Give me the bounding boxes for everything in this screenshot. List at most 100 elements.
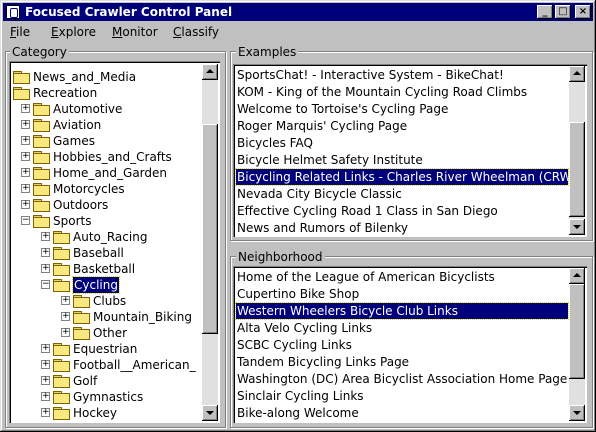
expand-icon[interactable]: + bbox=[41, 344, 50, 353]
tree-node[interactable]: + Gymnastics bbox=[9, 389, 199, 405]
collapse-icon[interactable]: − bbox=[41, 280, 50, 289]
window-title: Focused Crawler Control Panel bbox=[25, 5, 233, 19]
tree-node[interactable]: Recreation bbox=[9, 85, 199, 101]
expand-icon[interactable]: + bbox=[61, 312, 70, 321]
list-item[interactable]: Effective Cycling Road 1 Class in San Di… bbox=[236, 203, 498, 219]
expand-icon[interactable]: + bbox=[41, 408, 50, 417]
close-button[interactable]: × bbox=[575, 5, 591, 19]
expand-icon[interactable]: + bbox=[41, 392, 50, 401]
scroll-down-button[interactable] bbox=[569, 405, 585, 421]
expand-icon[interactable]: + bbox=[41, 264, 50, 273]
tree-node-label: Basketball bbox=[73, 262, 136, 276]
tree-node[interactable]: + Equestrian bbox=[9, 341, 199, 357]
tree-node[interactable]: + Other bbox=[9, 325, 199, 341]
tree-node[interactable]: − Cycling bbox=[9, 276, 199, 294]
scroll-thumb[interactable] bbox=[569, 122, 585, 217]
tree-node[interactable]: + Clubs bbox=[9, 293, 199, 309]
scroll-thumb[interactable] bbox=[202, 124, 218, 334]
folder-icon bbox=[53, 231, 70, 244]
neighborhood-scrollbar[interactable] bbox=[569, 268, 585, 421]
tree-node[interactable]: + Mountain_Biking bbox=[9, 309, 199, 325]
tree-node-label: Football__American_ bbox=[73, 358, 196, 372]
expand-icon[interactable]: + bbox=[21, 136, 30, 145]
menu-label: ile bbox=[16, 25, 31, 39]
open-folder-icon bbox=[53, 279, 70, 292]
menu-file[interactable]: File bbox=[10, 25, 30, 39]
scroll-down-button[interactable] bbox=[202, 405, 218, 421]
arrow-up-icon bbox=[206, 69, 214, 73]
list-item[interactable]: KOM - King of the Mountain Cycling Road … bbox=[236, 84, 527, 100]
list-item[interactable]: Bicycles FAQ bbox=[236, 135, 313, 151]
expand-icon[interactable]: + bbox=[21, 200, 30, 209]
scroll-up-button[interactable] bbox=[569, 268, 585, 284]
expand-icon[interactable]: + bbox=[61, 296, 70, 305]
tree-node[interactable]: + Automotive bbox=[9, 101, 199, 117]
open-folder-icon bbox=[33, 215, 50, 228]
menu-classify[interactable]: Classify bbox=[173, 25, 219, 39]
scroll-thumb[interactable] bbox=[569, 284, 585, 379]
tree-node[interactable]: + Auto_Racing bbox=[9, 229, 199, 245]
list-item[interactable]: Nevada City Bicycle Classic bbox=[236, 186, 402, 202]
tree-node-label: Other bbox=[93, 326, 128, 340]
expand-icon[interactable]: + bbox=[41, 232, 50, 241]
tree-node-label: Sports bbox=[53, 214, 92, 228]
tree-node[interactable]: News_and_Media bbox=[9, 69, 199, 85]
list-item[interactable]: Bike-along Welcome bbox=[236, 405, 359, 421]
menu-explore[interactable]: Explore bbox=[51, 25, 96, 39]
tree-node[interactable]: + Hobbies_and_Crafts bbox=[9, 149, 199, 165]
collapse-icon[interactable]: − bbox=[21, 216, 30, 225]
neighborhood-list[interactable]: Home of the League of American Bicyclist… bbox=[233, 266, 587, 423]
tree-node[interactable]: + Football__American_ bbox=[9, 357, 199, 373]
expand-icon[interactable]: + bbox=[21, 168, 30, 177]
examples-list[interactable]: SportsChat! - Interactive System - BikeC… bbox=[233, 64, 587, 237]
list-item[interactable]: Alta Velo Cycling Links bbox=[236, 320, 372, 336]
expand-icon[interactable]: + bbox=[21, 152, 30, 161]
tree-node[interactable]: − Sports bbox=[9, 213, 199, 229]
scroll-up-button[interactable] bbox=[569, 66, 585, 82]
tree-scrollbar[interactable] bbox=[202, 64, 218, 421]
tree-node[interactable]: + Games bbox=[9, 133, 199, 149]
examples-scrollbar[interactable] bbox=[569, 66, 585, 235]
menu-label: onitor bbox=[122, 25, 158, 39]
expand-icon[interactable]: + bbox=[21, 184, 30, 193]
category-tree[interactable]: News_and_Media Recreation + Automotive + Avia… bbox=[9, 61, 220, 423]
list-item[interactable]: Home of the League of American Bicyclist… bbox=[236, 269, 495, 285]
tree-node[interactable]: + Hockey bbox=[9, 405, 199, 421]
expand-icon[interactable]: + bbox=[21, 104, 30, 113]
list-item[interactable]: Bicycling Related Links - Charles River … bbox=[235, 168, 576, 186]
minimize-button[interactable]: _ bbox=[537, 5, 553, 19]
expand-icon[interactable]: + bbox=[41, 360, 50, 369]
tree-node[interactable]: + Outdoors bbox=[9, 197, 199, 213]
tree-node[interactable]: + Baseball bbox=[9, 245, 199, 261]
folder-icon bbox=[33, 119, 50, 132]
list-item[interactable]: Sinclair Cycling Links bbox=[236, 388, 364, 404]
list-item[interactable]: Washington (DC) Area Bicyclist Associati… bbox=[236, 371, 567, 387]
list-item[interactable]: Roger Marquis' Cycling Page bbox=[236, 118, 407, 134]
tree-node[interactable]: + Motorcycles bbox=[9, 181, 199, 197]
tree-node[interactable]: + Golf bbox=[9, 373, 199, 389]
list-item[interactable]: News and Rumors of Bilenky bbox=[236, 220, 408, 236]
tree-node[interactable]: + Basketball bbox=[9, 261, 199, 277]
maximize-button[interactable]: □ bbox=[555, 5, 571, 19]
expand-icon[interactable]: + bbox=[41, 248, 50, 257]
menu-monitor[interactable]: Monitor bbox=[112, 25, 158, 39]
list-item[interactable]: SCBC Cycling Links bbox=[236, 337, 352, 353]
scroll-up-button[interactable] bbox=[202, 64, 218, 80]
list-item[interactable]: Bicycle Helmet Safety Institute bbox=[236, 152, 423, 168]
expand-icon[interactable]: + bbox=[21, 120, 30, 129]
list-item[interactable]: SportsChat! - Interactive System - BikeC… bbox=[236, 67, 504, 83]
expand-icon[interactable]: + bbox=[61, 328, 70, 337]
tree-node[interactable]: + Home_and_Garden bbox=[9, 165, 199, 181]
folder-icon bbox=[33, 167, 50, 180]
folder-icon bbox=[33, 199, 50, 212]
list-item[interactable]: Cupertino Bike Shop bbox=[236, 286, 359, 302]
list-item[interactable]: Welcome to Tortoise's Cycling Page bbox=[236, 101, 448, 117]
expand-icon[interactable]: + bbox=[41, 376, 50, 385]
scroll-down-button[interactable] bbox=[569, 219, 585, 235]
title-bar[interactable]: Focused Crawler Control Panel _ □ × bbox=[3, 3, 593, 21]
tree-node[interactable]: + Aviation bbox=[9, 117, 199, 133]
list-item[interactable]: Western Wheelers Bicycle Club Links bbox=[235, 302, 569, 320]
folder-icon bbox=[73, 295, 90, 308]
folder-icon bbox=[53, 263, 70, 276]
list-item[interactable]: Tandem Bicycling Links Page bbox=[236, 354, 409, 370]
